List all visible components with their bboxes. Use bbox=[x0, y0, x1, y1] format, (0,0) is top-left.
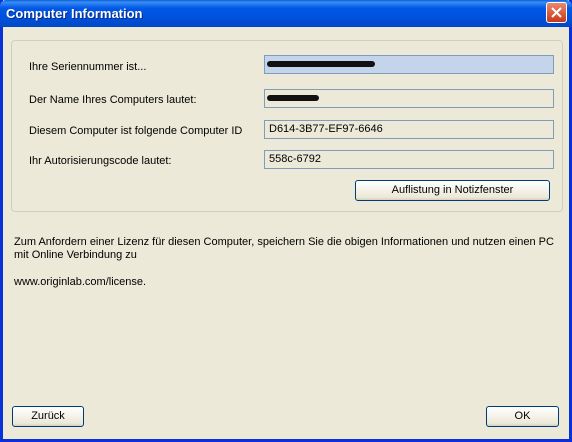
authorization-code-label: Ihr Autorisierungscode lautet: bbox=[29, 155, 172, 167]
license-url: www.originlab.com/license. bbox=[14, 276, 147, 288]
computer-id-field[interactable]: D614-3B77-EF97-6646 bbox=[264, 120, 554, 139]
list-in-notepad-button[interactable]: Auflistung in Notizfenster bbox=[355, 180, 550, 201]
close-button[interactable] bbox=[546, 2, 567, 23]
close-icon bbox=[551, 7, 562, 18]
serial-number-field[interactable] bbox=[264, 55, 554, 74]
back-button[interactable]: Zurück bbox=[12, 406, 84, 427]
computer-name-label: Der Name Ihres Computers lautet: bbox=[29, 94, 197, 106]
ok-button[interactable]: OK bbox=[486, 406, 559, 427]
computer-id-label: Diesem Computer ist folgende Computer ID bbox=[29, 125, 243, 137]
title-bar[interactable]: Computer Information bbox=[0, 0, 572, 27]
redaction-mark bbox=[267, 95, 319, 101]
license-instructions: Zum Anfordern einer Lizenz für diesen Co… bbox=[14, 236, 554, 261]
serial-number-label: Ihre Seriennummer ist... bbox=[29, 61, 147, 73]
redaction-mark bbox=[267, 61, 375, 67]
computer-information-dialog: Computer Information Ihre Seriennummer i… bbox=[0, 0, 572, 442]
authorization-code-field[interactable]: 558c-6792 bbox=[264, 150, 554, 169]
computer-name-field[interactable] bbox=[264, 89, 554, 108]
window-title: Computer Information bbox=[6, 6, 143, 21]
